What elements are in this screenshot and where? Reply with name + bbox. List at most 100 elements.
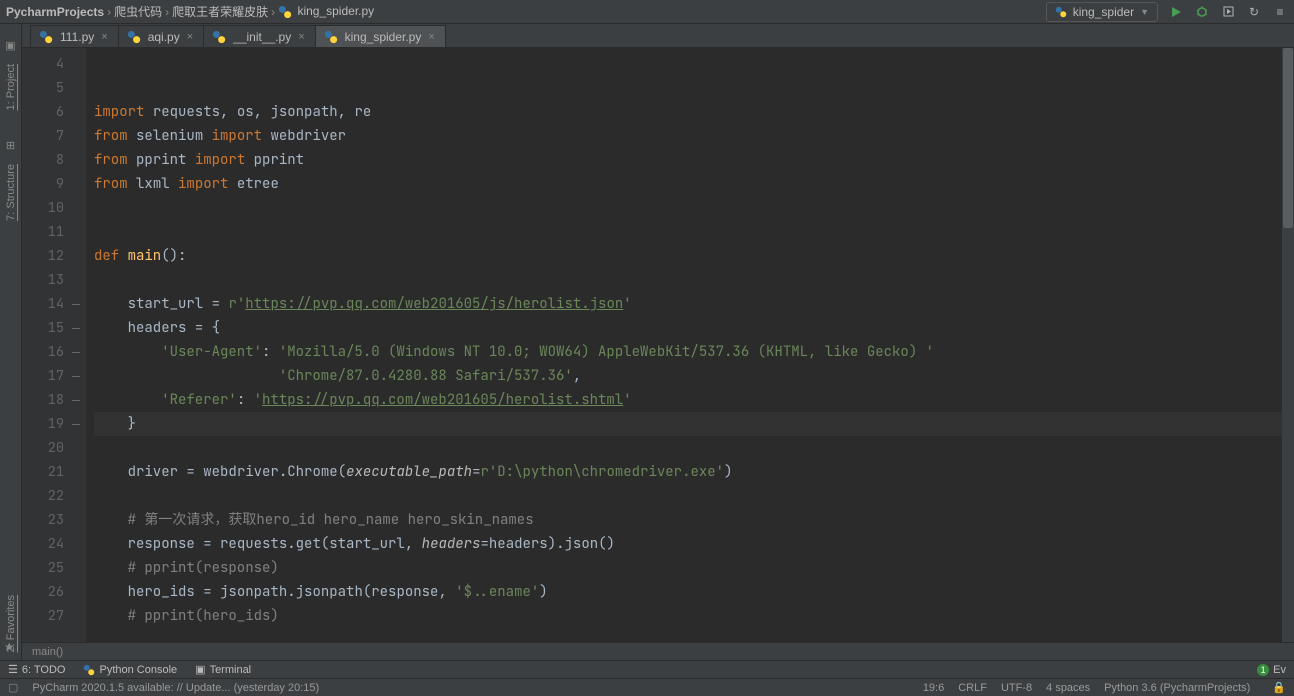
code-line[interactable]: 'Chrome/87.0.4280.88 Safari/537.36', [94,364,1294,388]
refresh-button[interactable]: ↻ [1246,4,1262,20]
editor-tab-1[interactable]: aqi.py× [118,25,204,47]
code-line[interactable]: headers = { [94,316,1294,340]
code-line[interactable]: from lxml import etree [94,172,1294,196]
line-number[interactable]: 13 [22,268,64,292]
code-line[interactable]: start_url = r'https://pvp.qq.com/web2016… [94,292,1294,316]
status-encoding[interactable]: UTF-8 [1001,682,1032,694]
close-tab-icon[interactable]: × [185,31,195,43]
code-line[interactable] [94,268,1294,292]
debug-button[interactable] [1194,4,1210,20]
line-number[interactable]: 8 [22,148,64,172]
status-caret-pos[interactable]: 19:6 [923,682,944,694]
code-content[interactable]: import requests, os, jsonpath, refrom se… [86,48,1294,642]
close-tab-icon[interactable]: × [296,31,306,43]
code-line[interactable] [94,76,1294,100]
status-line-sep[interactable]: CRLF [958,682,987,694]
crumb-file[interactable]: king_spider.py [278,4,374,19]
run-button[interactable] [1168,4,1184,20]
code-line[interactable]: # pprint(response) [94,556,1294,580]
breadcrumbs: PycharmProjects › 爬虫代码 › 爬取王者荣耀皮肤 › king… [6,3,374,20]
lock-icon[interactable]: 🔒 [1272,681,1286,694]
scrollbar-track[interactable] [1282,48,1294,642]
code-line[interactable]: } [94,412,1294,436]
line-number[interactable]: 11 [22,220,64,244]
scrollbar-thumb[interactable] [1283,48,1293,228]
code-line[interactable] [94,484,1294,508]
editor-area: 4567891011121314151617181920212223242526… [22,48,1294,660]
line-number[interactable]: 17 [22,364,64,388]
line-number[interactable]: 23 [22,508,64,532]
structure-tool-icon[interactable]: ⊞ [4,138,18,152]
code-line[interactable]: # 第一次请求，获取hero_id hero_name hero_skin_na… [94,508,1294,532]
code-line[interactable]: from pprint import pprint [94,148,1294,172]
run-with-coverage-button[interactable] [1220,4,1236,20]
status-indent[interactable]: 4 spaces [1046,682,1090,694]
status-message[interactable]: PyCharm 2020.1.5 available: // Update...… [32,682,319,694]
event-log-button[interactable]: 1 Ev [1257,664,1286,676]
code-line[interactable]: response = requests.get(start_url, heade… [94,532,1294,556]
status-interpreter[interactable]: Python 3.6 (PycharmProjects) [1104,682,1250,694]
structure-tool-button[interactable]: 7: Structure [5,164,17,221]
line-number[interactable]: 6 [22,100,64,124]
code-editor[interactable]: 4567891011121314151617181920212223242526… [22,48,1294,642]
code-line[interactable]: def main(): [94,244,1294,268]
editor-tab-3[interactable]: king_spider.py× [315,25,446,47]
code-line[interactable]: from selenium import webdriver [94,124,1294,148]
crumb-1[interactable]: 爬虫代码 [114,3,162,20]
python-file-icon [127,30,141,44]
code-line[interactable]: hero_ids = jsonpath.jsonpath(response, '… [94,580,1294,604]
code-line[interactable]: import requests, os, jsonpath, re [94,100,1294,124]
code-line[interactable]: 'Referer': 'https://pvp.qq.com/web201605… [94,388,1294,412]
line-number[interactable]: 4 [22,52,64,76]
line-number[interactable]: 7 [22,124,64,148]
close-tab-icon[interactable]: × [426,31,436,43]
python-console-button[interactable]: Python Console [83,664,177,676]
todo-tool-button[interactable]: ☰ 6: TODO [8,663,65,676]
project-tool-icon[interactable]: ▣ [4,38,18,52]
line-number[interactable]: 12 [22,244,64,268]
python-file-icon [324,30,338,44]
line-number[interactable]: 27 [22,604,64,628]
run-config-label: king_spider [1073,5,1134,19]
code-line[interactable] [94,52,1294,76]
line-number[interactable]: 20 [22,436,64,460]
code-line[interactable]: driver = webdriver.Chrome(executable_pat… [94,460,1294,484]
code-line[interactable] [94,220,1294,244]
crumb-2[interactable]: 爬取王者荣耀皮肤 [172,3,268,20]
line-number[interactable]: 22 [22,484,64,508]
editor-tab-2[interactable]: __init__.py× [203,25,315,47]
line-number[interactable]: 24 [22,532,64,556]
editor-breadcrumb[interactable]: main() [22,642,1294,660]
line-number[interactable]: 16 [22,340,64,364]
run-config-selector[interactable]: king_spider ▼ [1046,2,1158,22]
tool-windows-icon[interactable]: ▢ [8,681,18,694]
bottom-tool-tabs: ☰ 6: TODO Python Console ▣ Terminal 1 Ev [0,660,1294,678]
left-tool-strip: ▣ 1: Project ⊞ 7: Structure 2: Favorites… [0,24,22,660]
line-number[interactable]: 10 [22,196,64,220]
line-number[interactable]: 18 [22,388,64,412]
line-gutter[interactable]: 4567891011121314151617181920212223242526… [22,48,86,642]
editor-tab-0[interactable]: 111.py× [30,25,119,47]
code-line[interactable]: # pprint(hero_ids) [94,604,1294,628]
menu-button[interactable]: ≡ [1272,4,1288,20]
line-number[interactable]: 25 [22,556,64,580]
terminal-tool-button[interactable]: ▣ Terminal [195,663,251,676]
chevron-right-icon: › [271,5,275,19]
line-number[interactable]: 9 [22,172,64,196]
line-number[interactable]: 19 [22,412,64,436]
line-number[interactable]: 14 [22,292,64,316]
line-number[interactable]: 21 [22,460,64,484]
crumb-root[interactable]: PycharmProjects [6,5,104,19]
python-icon [1055,6,1067,18]
code-line[interactable] [94,196,1294,220]
line-number[interactable]: 5 [22,76,64,100]
close-tab-icon[interactable]: × [99,31,109,43]
code-line[interactable] [94,436,1294,460]
line-number[interactable]: 26 [22,580,64,604]
star-icon[interactable]: ★ [4,640,15,654]
project-tool-button[interactable]: 1: Project [5,64,17,110]
event-badge: 1 [1257,664,1269,676]
line-number[interactable]: 15 [22,316,64,340]
code-line[interactable]: 'User-Agent': 'Mozilla/5.0 (Windows NT 1… [94,340,1294,364]
toolbar-right: king_spider ▼ ↻ ≡ [1046,2,1288,22]
